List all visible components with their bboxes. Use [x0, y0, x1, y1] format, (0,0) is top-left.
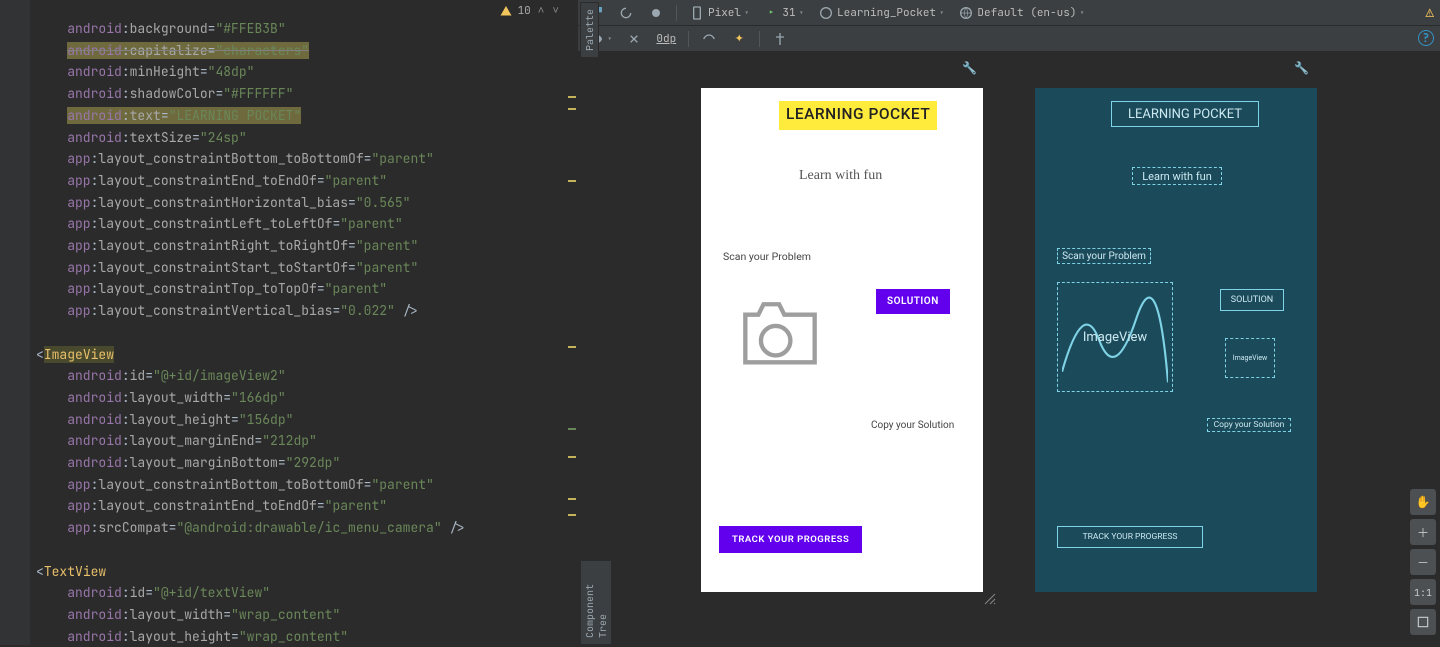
- warning-count: 10: [518, 4, 531, 18]
- prev-highlight-icon[interactable]: ˄: [537, 4, 546, 18]
- bp-subtitle[interactable]: Learn with fun: [1132, 167, 1222, 185]
- preview-scan-label[interactable]: Scan your Problem: [723, 250, 811, 263]
- bp-small-imageview[interactable]: ImageView: [1225, 338, 1275, 378]
- autoconnect-icon[interactable]: [622, 29, 646, 49]
- pan-tool-icon[interactable]: ✋: [1410, 489, 1436, 515]
- inspection-summary[interactable]: 10 ˄ ˅: [500, 4, 560, 18]
- device-select[interactable]: Pixel▾: [685, 3, 753, 23]
- next-highlight-icon[interactable]: ˅: [551, 4, 560, 18]
- locale-select[interactable]: Default (en-us)▾: [954, 3, 1088, 23]
- design-surface[interactable]: 🔧 🔧 LEARNING POCKET Learn with fun Scan …: [578, 52, 1440, 645]
- bp-scan-label[interactable]: Scan your Problem: [1057, 248, 1151, 264]
- preview-subtitle[interactable]: Learn with fun: [799, 168, 882, 184]
- layout-editor-pane: Pixel▾ ▸31▾ Learning_Pocket▾ Default (en…: [578, 0, 1440, 645]
- design-toolbar-row2: ▾ 0dp ✦: [578, 26, 1440, 52]
- help-icon[interactable]: ?: [1418, 30, 1434, 46]
- bp-camera-imageview[interactable]: ImageView: [1057, 282, 1173, 392]
- preview-copy-label[interactable]: Copy your Solution: [871, 420, 954, 431]
- blueprint-preview[interactable]: LEARNING POCKET Learn with fun Scan your…: [1035, 88, 1317, 592]
- resize-handle-icon[interactable]: [983, 592, 997, 606]
- layout-warnings-icon[interactable]: ⚠: [1426, 4, 1434, 22]
- warning-icon: [500, 5, 512, 17]
- preview-track-button[interactable]: TRACK YOUR PROGRESS: [719, 526, 862, 553]
- preview-title[interactable]: LEARNING POCKET: [779, 101, 937, 130]
- palette-tab[interactable]: Palette: [580, 2, 599, 58]
- code-area[interactable]: android:background="#FFEB3B" android:cap…: [0, 0, 578, 647]
- design-toolbar-row1: Pixel▾ ▸31▾ Learning_Pocket▾ Default (en…: [578, 0, 1440, 26]
- guidelines-icon[interactable]: [768, 29, 792, 49]
- zoom-out-button[interactable]: －: [1410, 549, 1436, 575]
- night-mode-icon[interactable]: [644, 3, 668, 23]
- component-tree-tab[interactable]: Component Tree: [580, 560, 612, 645]
- design-preview[interactable]: LEARNING POCKET Learn with fun Scan your…: [701, 88, 983, 592]
- zoom-in-button[interactable]: ＋: [1410, 519, 1436, 545]
- clear-constraints-icon[interactable]: [697, 29, 721, 49]
- theme-select[interactable]: Learning_Pocket▾: [814, 3, 948, 23]
- orientation-icon[interactable]: [614, 3, 638, 23]
- bp-copy-label[interactable]: Copy your Solution: [1207, 418, 1291, 432]
- xml-editor-pane[interactable]: 10 ˄ ˅ android:background="#FFEB3B" andr…: [0, 0, 578, 645]
- default-margin[interactable]: 0dp: [652, 30, 680, 48]
- preview-camera-imageview[interactable]: [735, 293, 825, 371]
- error-stripe[interactable]: [564, 0, 578, 645]
- infer-constraints-icon[interactable]: ✦: [727, 29, 751, 49]
- zoom-controls: ✋ ＋ － 1:1: [1410, 489, 1436, 635]
- bp-track-button[interactable]: TRACK YOUR PROGRESS: [1057, 526, 1203, 548]
- editor-gutter: [0, 0, 30, 645]
- api-level-select[interactable]: ▸31▾: [759, 3, 808, 23]
- zoom-fit-button[interactable]: [1410, 609, 1436, 635]
- bp-title[interactable]: LEARNING POCKET: [1111, 101, 1259, 127]
- preview-solution-button[interactable]: SOLUTION: [876, 289, 950, 314]
- bp-solution-button[interactable]: SOLUTION: [1220, 289, 1284, 311]
- zoom-actual-button[interactable]: 1:1: [1410, 579, 1436, 605]
